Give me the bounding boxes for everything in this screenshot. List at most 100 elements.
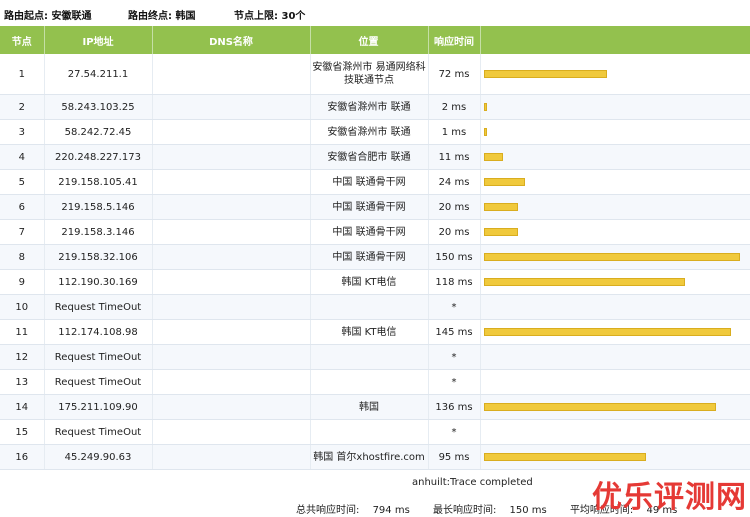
response-time-bar bbox=[483, 203, 518, 211]
location-cell bbox=[310, 369, 429, 395]
hop-cell: 4 bbox=[0, 144, 45, 170]
traceroute-table: 节点 IP地址 DNS名称 位置 响应时间 1 27.54.211.1 安徽省滁州市… bbox=[0, 26, 750, 470]
response-time-cell: 72 ms bbox=[428, 54, 481, 95]
response-bar-cell bbox=[480, 269, 750, 295]
dns-cell bbox=[152, 194, 311, 220]
trace-status: anhuilt:Trace completed bbox=[412, 477, 533, 488]
response-time-cell: 24 ms bbox=[428, 169, 481, 195]
table-row: 4 220.248.227.173 安徽省合肥市 联通 11 ms bbox=[0, 144, 750, 170]
response-time-bar bbox=[483, 70, 607, 78]
response-time-cell: * bbox=[428, 344, 481, 370]
dns-cell bbox=[152, 444, 311, 470]
location-cell bbox=[310, 419, 429, 445]
route-origin: 路由起点: 安徽联通 bbox=[4, 11, 92, 22]
hop-cell: 16 bbox=[0, 444, 45, 470]
ip-cell: Request TimeOut bbox=[44, 294, 153, 320]
hop-cell: 14 bbox=[0, 394, 45, 420]
ip-cell: 219.158.5.146 bbox=[44, 194, 153, 220]
response-time-cell: 136 ms bbox=[428, 394, 481, 420]
location-cell: 中国 联通骨干网 bbox=[310, 219, 429, 245]
location-cell: 韩国 KT电信 bbox=[310, 269, 429, 295]
response-time-bar bbox=[483, 253, 740, 261]
ip-cell: 58.243.103.25 bbox=[44, 94, 153, 120]
col-header-response-time: 响应时间 bbox=[428, 26, 481, 54]
response-time-cell: 20 ms bbox=[428, 194, 481, 220]
hop-cell: 15 bbox=[0, 419, 45, 445]
col-header-location: 位置 bbox=[310, 26, 429, 54]
table-row: 1 27.54.211.1 安徽省滁州市 易通网络科技联通节点 72 ms bbox=[0, 54, 750, 95]
dns-cell bbox=[152, 219, 311, 245]
response-bar-cell bbox=[480, 219, 750, 245]
response-bar-cell bbox=[480, 119, 750, 145]
response-time-cell: 20 ms bbox=[428, 219, 481, 245]
location-cell: 安徽省滁州市 易通网络科技联通节点 bbox=[310, 54, 429, 95]
col-header-bar bbox=[480, 26, 750, 54]
table-row: 3 58.242.72.45 安徽省滁州市 联通 1 ms bbox=[0, 119, 750, 145]
response-bar-cell bbox=[480, 194, 750, 220]
response-bar-cell bbox=[480, 369, 750, 395]
response-time-cell: 95 ms bbox=[428, 444, 481, 470]
table-row: 6 219.158.5.146 中国 联通骨干网 20 ms bbox=[0, 194, 750, 220]
table-row: 5 219.158.105.41 中国 联通骨干网 24 ms bbox=[0, 169, 750, 195]
response-time-bar bbox=[483, 453, 646, 461]
dns-cell bbox=[152, 119, 311, 145]
table-row: 8 219.158.32.106 中国 联通骨干网 150 ms bbox=[0, 244, 750, 270]
table-row: 13 Request TimeOut * bbox=[0, 369, 750, 395]
table-row: 14 175.211.109.90 韩国 136 ms bbox=[0, 394, 750, 420]
table-row: 10 Request TimeOut * bbox=[0, 294, 750, 320]
response-time-bar bbox=[483, 278, 685, 286]
response-time-bar bbox=[483, 328, 731, 336]
hop-cell: 1 bbox=[0, 54, 45, 95]
table-row: 7 219.158.3.146 中国 联通骨干网 20 ms bbox=[0, 219, 750, 245]
dns-cell bbox=[152, 54, 311, 95]
hop-cell: 8 bbox=[0, 244, 45, 270]
table-header-row: 节点 IP地址 DNS名称 位置 响应时间 bbox=[0, 26, 750, 54]
max-time: 最长响应时间: 150 ms bbox=[432, 505, 547, 516]
ip-cell: 58.242.72.45 bbox=[44, 119, 153, 145]
table-row: 15 Request TimeOut * bbox=[0, 419, 750, 445]
response-time-bar bbox=[483, 128, 487, 136]
ip-cell: 219.158.32.106 bbox=[44, 244, 153, 270]
dns-cell bbox=[152, 419, 311, 445]
response-bar-cell bbox=[480, 244, 750, 270]
response-time-cell: 2 ms bbox=[428, 94, 481, 120]
table-row: 2 58.243.103.25 安徽省滁州市 联通 2 ms bbox=[0, 94, 750, 120]
response-time-bar bbox=[483, 103, 487, 111]
ip-cell: Request TimeOut bbox=[44, 419, 153, 445]
response-bar-cell bbox=[480, 344, 750, 370]
response-bar-cell bbox=[480, 419, 750, 445]
location-cell bbox=[310, 294, 429, 320]
dns-cell bbox=[152, 394, 311, 420]
response-bar-cell bbox=[480, 144, 750, 170]
table-row: 11 112.174.108.98 韩国 KT电信 145 ms bbox=[0, 319, 750, 345]
dns-cell bbox=[152, 94, 311, 120]
col-header-hop: 节点 bbox=[0, 26, 45, 54]
hop-cell: 7 bbox=[0, 219, 45, 245]
location-cell: 韩国 首尔xhostfire.com bbox=[310, 444, 429, 470]
response-bar-cell bbox=[480, 294, 750, 320]
response-time-cell: * bbox=[428, 419, 481, 445]
location-cell bbox=[310, 344, 429, 370]
response-bar-cell bbox=[480, 444, 750, 470]
total-time: 总共响应时间: 794 ms bbox=[296, 505, 410, 516]
hop-cell: 2 bbox=[0, 94, 45, 120]
hop-cell: 12 bbox=[0, 344, 45, 370]
dns-cell bbox=[152, 369, 311, 395]
hop-cell: 9 bbox=[0, 269, 45, 295]
response-bar-cell bbox=[480, 169, 750, 195]
route-summary-bar: 路由起点: 安徽联通 路由终点: 韩国 节点上限: 30个 bbox=[0, 0, 750, 26]
hop-limit: 节点上限: 30个 bbox=[234, 11, 306, 22]
ip-cell: 220.248.227.173 bbox=[44, 144, 153, 170]
location-cell: 韩国 KT电信 bbox=[310, 319, 429, 345]
table-row: 12 Request TimeOut * bbox=[0, 344, 750, 370]
location-cell: 安徽省滁州市 联通 bbox=[310, 94, 429, 120]
dns-cell bbox=[152, 144, 311, 170]
brand-watermark: 优乐评测网 bbox=[592, 480, 747, 515]
table-row: 16 45.249.90.63 韩国 首尔xhostfire.com 95 ms bbox=[0, 444, 750, 470]
location-cell: 中国 联通骨干网 bbox=[310, 244, 429, 270]
response-time-cell: 1 ms bbox=[428, 119, 481, 145]
ip-cell: 112.174.108.98 bbox=[44, 319, 153, 345]
dns-cell bbox=[152, 319, 311, 345]
ip-cell: 219.158.3.146 bbox=[44, 219, 153, 245]
response-time-cell: 118 ms bbox=[428, 269, 481, 295]
